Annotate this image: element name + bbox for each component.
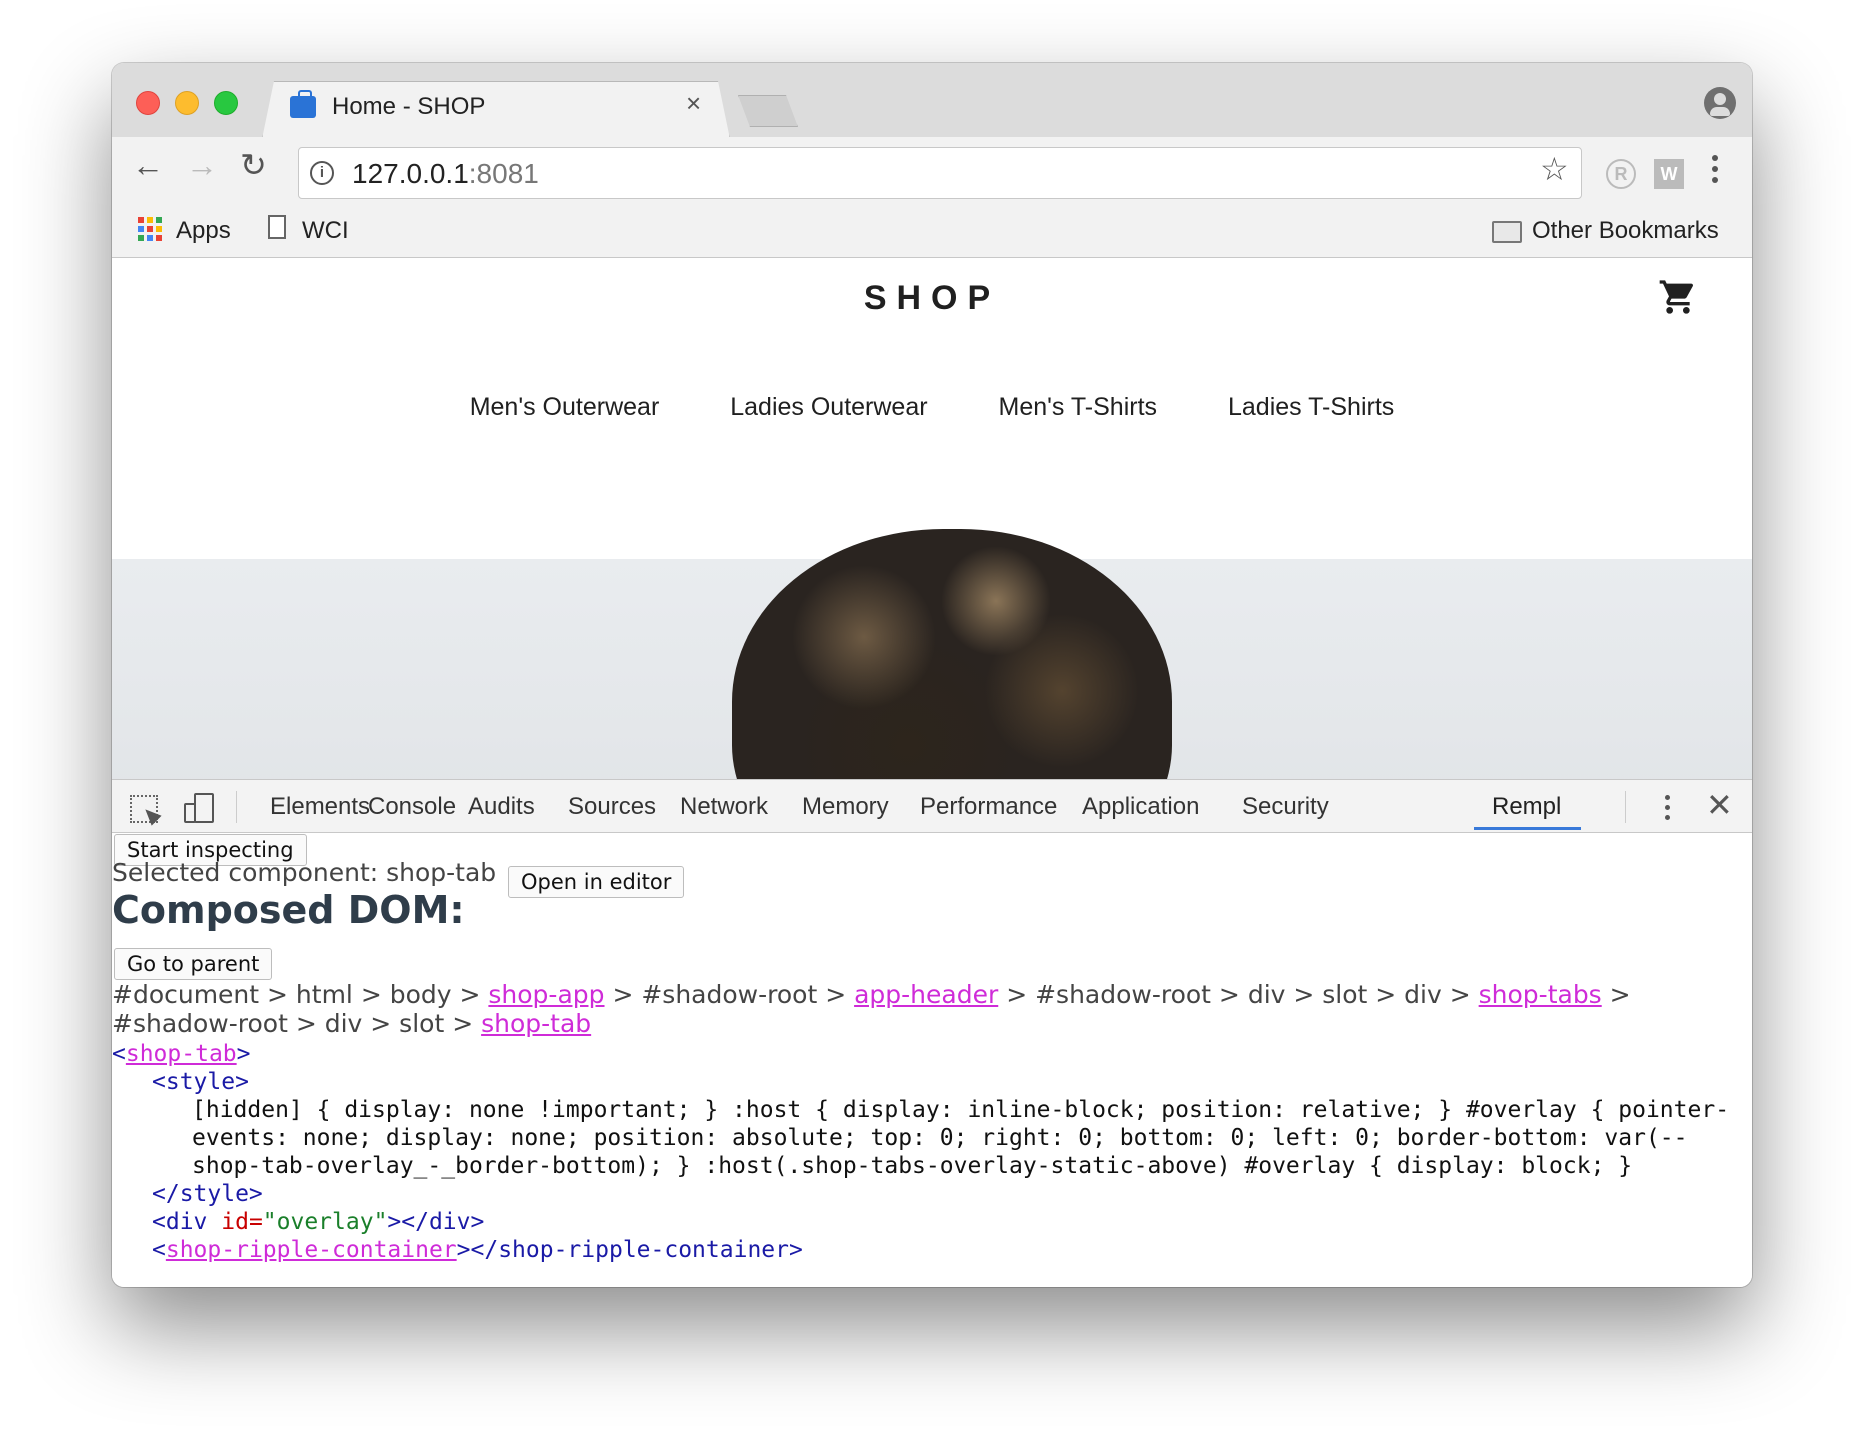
back-arrow-icon[interactable]: ← [132,149,164,181]
briefcase-icon [290,90,316,118]
crumb-text: > #shadow-root > [604,980,855,1009]
profile-icon[interactable] [1704,87,1736,119]
devtools-menu-icon[interactable] [1665,795,1670,825]
bookmark-wci[interactable]: WCI [302,217,349,245]
rempl-panel: Start inspecting Selected component: sho… [112,834,1752,1287]
tag-text: ></div> [387,1209,485,1235]
selected-component-label: Selected component: shop-tab [112,858,497,887]
dom-breadcrumb: #document > html > body > shop-app > #sh… [112,980,1732,1038]
web-page: SHOP Men's Outerwear Ladies Outerwear Me… [112,259,1752,779]
minimize-window-button[interactable] [175,91,199,115]
divider [1625,791,1626,823]
style-css-text: [hidden] { display: none !important; } :… [192,1097,1730,1179]
extension-r-icon[interactable]: R [1606,159,1636,189]
crumb-text: > #shadow-root > div > slot > div > [998,980,1479,1009]
crumb-link-shop-app[interactable]: shop-app [488,980,604,1009]
tab-ladies-outerwear[interactable]: Ladies Outerwear [730,393,927,422]
info-icon[interactable]: i [310,161,334,185]
url-host: 127.0.0.1 [352,158,469,189]
node-shop-tab-open: <shop-tab> [112,1040,1732,1068]
tab-mens-tshirts[interactable]: Men's T-Shirts [999,393,1158,422]
device-toolbar-icon[interactable] [184,793,214,825]
tag-text: ></shop-ripple-container> [456,1237,803,1263]
bookmark-star-icon[interactable]: ☆ [1540,153,1569,185]
close-window-button[interactable] [136,91,160,115]
folder-icon [1492,221,1522,243]
tab-performance[interactable]: Performance [920,793,1057,821]
tag-bracket: > [236,1041,251,1067]
attr-name: id= [221,1209,263,1235]
tab-elements[interactable]: Elements [270,793,370,821]
node-link-shop-ripple-container[interactable]: shop-ripple-container [166,1237,457,1263]
active-tab-indicator [1474,827,1581,830]
tab-mens-outerwear[interactable]: Men's Outerwear [470,393,660,422]
divider [236,791,237,823]
open-in-editor-button[interactable]: Open in editor [508,866,685,898]
node-div-overlay: <div id="overlay"></div> [112,1208,1732,1236]
tab-console[interactable]: Console [368,793,456,821]
tag-bracket: < [112,1041,126,1067]
tab-application[interactable]: Application [1082,793,1199,821]
browser-menu-icon[interactable] [1712,155,1718,187]
shop-category-tabs: Men's Outerwear Ladies Outerwear Men's T… [112,393,1752,422]
crumb-link-shop-tab[interactable]: shop-tab [481,1009,591,1038]
browser-window: Home - SHOP × ← → ↻ i 127.0.0.1:8081 ☆ R… [112,63,1752,1287]
tag-text: <div [152,1209,222,1235]
shop-logo[interactable]: SHOP [112,279,1752,318]
reload-icon[interactable]: ↻ [240,149,267,181]
url-port: :8081 [468,158,539,189]
go-to-parent-button[interactable]: Go to parent [114,948,273,980]
crumb-link-app-header[interactable]: app-header [854,980,998,1009]
url-text[interactable]: 127.0.0.1:8081 [352,158,539,190]
document-icon [268,215,286,239]
devtools-close-icon[interactable]: ✕ [1706,789,1733,821]
node-link-shop-tab[interactable]: shop-tab [126,1041,237,1067]
tab-memory[interactable]: Memory [802,793,889,821]
tab-rempl[interactable]: Rempl [1492,793,1561,821]
hero-image [112,529,1752,779]
tab-title: Home - SHOP [332,93,486,120]
shopping-cart-icon[interactable] [1658,277,1698,317]
tab-network[interactable]: Network [680,793,768,821]
tab-security[interactable]: Security [1242,793,1329,821]
apps-grid-icon[interactable] [138,217,162,241]
node-style-close: </style> [152,1181,263,1207]
tab-audits[interactable]: Audits [468,793,535,821]
tab-ladies-tshirts[interactable]: Ladies T-Shirts [1228,393,1394,422]
zoom-window-button[interactable] [214,91,238,115]
tab-close-icon[interactable]: × [686,90,701,116]
node-shop-ripple-container: <shop-ripple-container></shop-ripple-con… [112,1236,1732,1264]
bookmark-apps[interactable]: Apps [176,217,231,245]
select-element-icon[interactable] [130,795,158,823]
forward-arrow-icon[interactable]: → [186,149,218,181]
node-style-open: <style> [152,1069,249,1095]
crumb-link-shop-tabs[interactable]: shop-tabs [1479,980,1602,1009]
tab-sources[interactable]: Sources [568,793,656,821]
dom-tree: <shop-tab> <style> [hidden] { display: n… [112,1040,1732,1264]
other-bookmarks[interactable]: Other Bookmarks [1532,217,1719,245]
extension-w-icon[interactable]: W [1654,159,1684,189]
composed-dom-heading: Composed DOM: [112,888,465,932]
crumb-text: #document > html > body > [112,980,489,1009]
attr-value: "overlay" [262,1209,388,1235]
hero-person-head [732,529,1172,779]
tag-bracket: < [152,1237,166,1263]
